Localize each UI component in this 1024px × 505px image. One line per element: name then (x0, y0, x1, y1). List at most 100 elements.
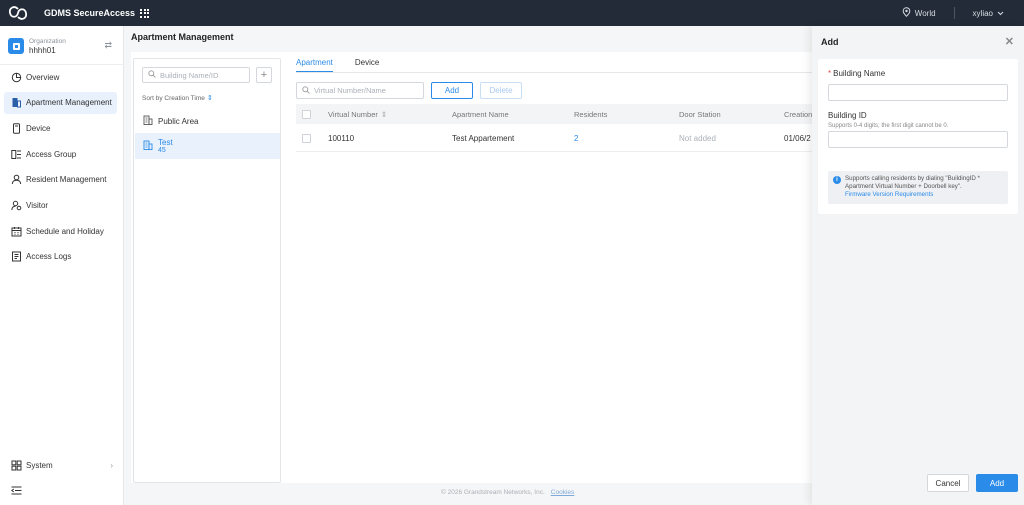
page-title: Apartment Management (131, 32, 234, 42)
organization-name: hhhh01 (29, 45, 56, 55)
sidebar-item-access-group[interactable]: Access Group (4, 143, 117, 165)
sidebar-bottom: System › (4, 454, 117, 480)
building-id-field[interactable] (828, 131, 1008, 148)
confirm-add-button[interactable]: Add (976, 474, 1018, 492)
building-icon (143, 115, 153, 127)
building-panel: + Sort by Creation Time ⇕ Public Area Te… (133, 58, 281, 483)
sidebar-item-visitor[interactable]: Visitor (4, 194, 117, 216)
search-icon (148, 70, 156, 80)
building-id-hint: Supports 0-4 digits; the first digit can… (828, 123, 949, 129)
sidebar-nav: Overview Apartment Management Device Acc… (4, 66, 117, 272)
close-icon[interactable]: ✕ (1005, 35, 1014, 48)
sidebar-item-resident-management[interactable]: Resident Management (4, 169, 117, 191)
organization-switcher[interactable]: Organization hhhh01 ⇄ (8, 34, 116, 58)
building-icon (143, 140, 153, 152)
chevron-right-icon: › (110, 460, 113, 470)
column-header-label: Virtual Number (328, 109, 378, 119)
table-header: Virtual Number ⇕ Apartment Name Resident… (296, 104, 826, 124)
region-selector[interactable]: World (902, 7, 936, 19)
top-bar: GDMS SecureAccess World xyliao (0, 0, 1024, 26)
user-menu[interactable]: xyliao (973, 9, 1004, 18)
info-text: Supports calling residents by dialing "B… (845, 175, 980, 190)
footer-copyright: © 2026 Grandstream Networks, Inc. (441, 489, 545, 496)
building-name: Test (158, 138, 173, 147)
sidebar: Organization hhhh01 ⇄ Overview Apartment… (0, 26, 124, 505)
column-residents: Residents (574, 109, 608, 119)
sort-label: Sort by Creation Time (142, 94, 205, 102)
building-name: Public Area (158, 116, 199, 126)
column-apartment-name: Apartment Name (452, 109, 509, 119)
cell-apartment-name: Test Appartement (452, 133, 515, 143)
add-building-form: * Building Name Building ID Supports 0-4 … (818, 59, 1018, 214)
column-creation: Creation (784, 109, 813, 119)
sidebar-item-system[interactable]: System › (4, 454, 117, 476)
add-building-drawer: Add ✕ * Building Name Building ID Support… (812, 26, 1024, 505)
firmware-requirements-link[interactable]: Firmware Version Requirements (845, 191, 933, 198)
building-item-test[interactable]: Test 45 (135, 133, 280, 159)
system-icon (11, 460, 22, 471)
info-notice: i Supports calling residents by dialing … (828, 171, 1008, 204)
switch-arrows-icon[interactable]: ⇄ (104, 40, 112, 51)
access-group-icon (11, 149, 22, 160)
delete-apartment-button[interactable]: Delete (480, 82, 522, 99)
cookies-link[interactable]: Cookies (551, 489, 574, 496)
sidebar-item-label: System (26, 460, 53, 470)
building-id-label: Building ID (828, 111, 867, 120)
logs-icon (11, 251, 22, 262)
building-name-field[interactable] (828, 84, 1008, 101)
apartment-icon (11, 97, 22, 108)
grandstream-logo-icon[interactable] (8, 6, 28, 20)
sidebar-item-overview[interactable]: Overview (4, 66, 117, 88)
app-title: GDMS SecureAccess (44, 8, 136, 18)
page-footer: © 2026 Grandstream Networks, Inc. Cookie… (441, 489, 574, 496)
overview-icon (11, 72, 22, 83)
drawer-title: Add (821, 37, 839, 47)
table-row[interactable]: 100110 Test Appartement 2 Not added 01/0… (296, 125, 826, 152)
top-divider (953, 7, 955, 19)
required-asterisk: * (828, 69, 832, 78)
device-icon (11, 123, 22, 134)
app-grid-icon[interactable] (140, 8, 150, 18)
row-select-cell (302, 125, 311, 151)
building-search-input[interactable] (160, 70, 245, 80)
plus-icon: + (260, 69, 268, 81)
sidebar-item-apartment-management[interactable]: Apartment Management (4, 91, 117, 114)
sort-toggle[interactable]: Sort by Creation Time ⇕ (142, 94, 213, 103)
sidebar-item-device[interactable]: Device (4, 117, 117, 139)
visitor-icon (11, 200, 22, 211)
sidebar-item-access-logs[interactable]: Access Logs (4, 246, 117, 268)
tab-apartment[interactable]: Apartment (296, 58, 333, 72)
column-virtual-number[interactable]: Virtual Number ⇕ (328, 104, 387, 124)
resident-icon (11, 174, 22, 185)
building-item-public-area[interactable]: Public Area (135, 111, 280, 131)
region-label: World (914, 8, 936, 18)
virtual-number-search[interactable] (296, 82, 424, 99)
add-building-button[interactable]: + (256, 67, 272, 83)
sidebar-item-label: Device (26, 123, 51, 133)
building-name-label: * Building Name (828, 69, 886, 78)
sort-arrows-icon: ⇕ (206, 95, 213, 102)
calendar-icon (11, 226, 22, 237)
cell-creation: 01/06/2 (784, 133, 811, 143)
sidebar-item-label: Visitor (26, 200, 49, 210)
tab-device[interactable]: Device (355, 58, 379, 72)
building-search[interactable] (142, 67, 250, 83)
cell-residents-link[interactable]: 2 (574, 125, 578, 151)
sidebar-item-label: Access Group (26, 149, 77, 159)
collapse-sidebar-icon[interactable] (10, 486, 22, 497)
column-door-station: Door Station (679, 109, 721, 119)
add-apartment-button[interactable]: Add (431, 82, 473, 99)
virtual-number-search-input[interactable] (314, 86, 419, 95)
building-id: 45 (158, 147, 166, 154)
organization-icon (8, 38, 24, 54)
sidebar-item-label: Overview (26, 72, 60, 82)
cell-door-station: Not added (679, 133, 716, 143)
content-tabs: Apartment Device (296, 58, 401, 72)
select-all-checkbox[interactable] (302, 109, 311, 119)
tabs-divider (296, 72, 826, 73)
cancel-button[interactable]: Cancel (927, 474, 969, 492)
sidebar-item-label: Access Logs (26, 252, 72, 262)
row-checkbox[interactable] (302, 133, 311, 143)
sidebar-item-schedule-and-holiday[interactable]: Schedule and Holiday (4, 220, 117, 242)
select-all-cell (302, 104, 311, 124)
